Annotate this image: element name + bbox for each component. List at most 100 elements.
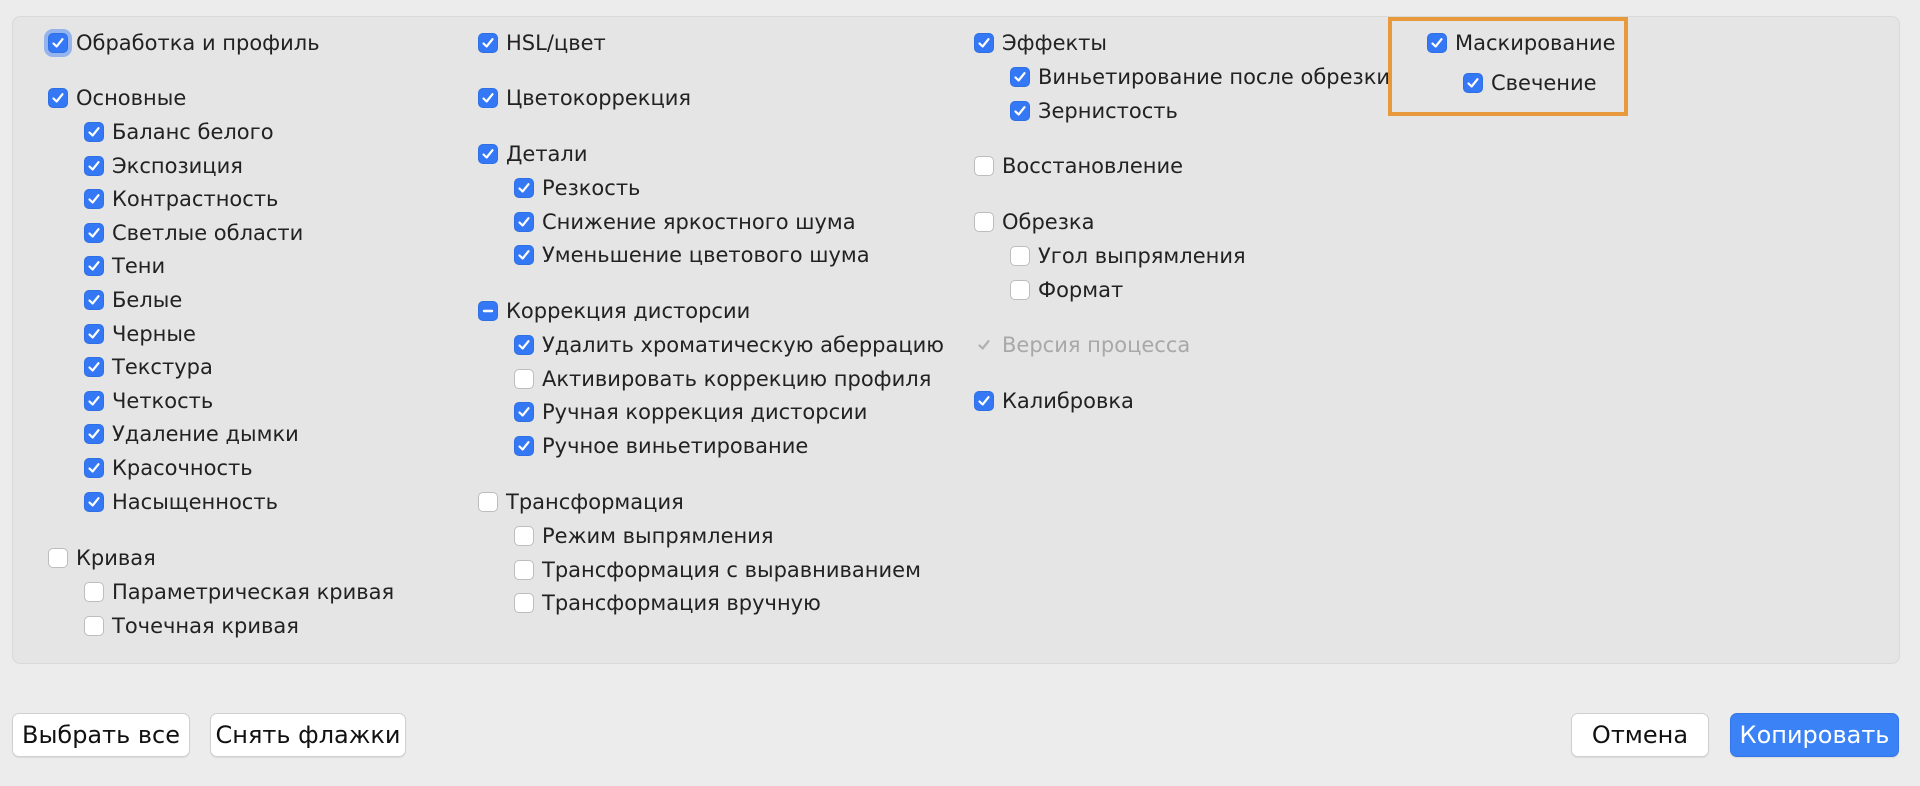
checkbox-basic[interactable]: Основные <box>48 83 186 113</box>
checkbox-icon[interactable] <box>514 526 534 546</box>
checkbox-details-item[interactable]: Уменьшение цветового шума <box>514 240 870 270</box>
checkbox-icon[interactable] <box>1010 101 1030 121</box>
checkmark-icon <box>978 340 990 350</box>
checkbox-icon[interactable] <box>1427 33 1447 53</box>
checkbox-color-correction[interactable]: Цветокоррекция <box>478 83 691 113</box>
checkbox-icon[interactable] <box>974 212 994 232</box>
checkbox-basic-item[interactable]: Четкость <box>84 386 213 416</box>
checkbox-icon[interactable] <box>84 424 104 444</box>
checkbox-basic-item[interactable]: Черные <box>84 319 196 349</box>
checkbox-curve[interactable]: Кривая <box>48 543 156 573</box>
checkbox-processing-profile[interactable]: Обработка и профиль <box>48 28 320 58</box>
checkbox-label: Снижение яркостного шума <box>542 210 856 234</box>
checkbox-icon[interactable] <box>514 402 534 422</box>
checkbox-icon[interactable] <box>974 391 994 411</box>
checkbox-icon[interactable] <box>84 582 104 602</box>
checkbox-restore[interactable]: Восстановление <box>974 151 1183 181</box>
checkbox-label: Формат <box>1038 278 1124 302</box>
checkbox-calibration[interactable]: Калибровка <box>974 386 1134 416</box>
checkbox-crop-item[interactable]: Формат <box>1010 275 1123 305</box>
checkbox-icon[interactable] <box>84 458 104 478</box>
checkbox-basic-item[interactable]: Удаление дымки <box>84 419 299 449</box>
checkbox-details[interactable]: Детали <box>478 139 588 169</box>
checkbox-icon <box>974 335 994 355</box>
select-all-button[interactable]: Выбрать все <box>12 713 190 757</box>
uncheck-all-button[interactable]: Снять флажки <box>210 713 406 757</box>
checkbox-icon[interactable] <box>478 301 498 321</box>
checkbox-details-item[interactable]: Резкость <box>514 173 640 203</box>
checkbox-basic-item[interactable]: Текстура <box>84 352 213 382</box>
checkbox-masking[interactable]: Маскирование <box>1427 28 1616 58</box>
checkbox-hsl-color[interactable]: HSL/цвет <box>478 28 606 58</box>
checkbox-icon[interactable] <box>84 223 104 243</box>
checkbox-icon[interactable] <box>84 189 104 209</box>
checkbox-crop-item[interactable]: Угол выпрямления <box>1010 241 1246 271</box>
checkbox-icon[interactable] <box>48 88 68 108</box>
checkbox-icon[interactable] <box>84 290 104 310</box>
checkbox-basic-item[interactable]: Тени <box>84 251 165 281</box>
checkbox-icon[interactable] <box>478 33 498 53</box>
checkbox-effects[interactable]: Эффекты <box>974 28 1107 58</box>
checkbox-icon[interactable] <box>48 548 68 568</box>
checkbox-label: Коррекция дисторсии <box>506 299 751 323</box>
checkmark-icon <box>482 93 494 103</box>
checkbox-transform-item[interactable]: Режим выпрямления <box>514 521 774 551</box>
checkbox-icon[interactable] <box>1463 73 1483 93</box>
checkbox-effects-item[interactable]: Зернистость <box>1010 96 1178 126</box>
checkbox-effects-item[interactable]: Виньетирование после обрезки <box>1010 62 1390 92</box>
checkbox-label: Трансформация вручную <box>542 591 821 615</box>
checkbox-icon[interactable] <box>478 88 498 108</box>
checkbox-icon[interactable] <box>1010 246 1030 266</box>
checkbox-icon[interactable] <box>514 245 534 265</box>
checkbox-basic-item[interactable]: Экспозиция <box>84 151 243 181</box>
checkbox-transform-item[interactable]: Трансформация с выравниванием <box>514 555 921 585</box>
checkbox-basic-item[interactable]: Баланс белого <box>84 117 274 147</box>
checkbox-basic-item[interactable]: Белые <box>84 285 182 315</box>
checkbox-label: Трансформация <box>506 490 684 514</box>
checkbox-basic-item[interactable]: Контрастность <box>84 184 278 214</box>
checkbox-icon[interactable] <box>84 324 104 344</box>
checkbox-icon[interactable] <box>478 144 498 164</box>
checkbox-basic-item[interactable]: Насыщенность <box>84 487 278 517</box>
checkbox-icon[interactable] <box>84 256 104 276</box>
checkbox-icon[interactable] <box>974 33 994 53</box>
checkbox-transform[interactable]: Трансформация <box>478 487 684 517</box>
checkbox-icon[interactable] <box>514 212 534 232</box>
checkbox-label: Эффекты <box>1002 31 1107 55</box>
checkbox-icon[interactable] <box>84 391 104 411</box>
cancel-button[interactable]: Отмена <box>1571 713 1709 757</box>
checkbox-icon[interactable] <box>514 369 534 389</box>
checkbox-lens-item[interactable]: Активировать коррекцию профиля <box>514 364 931 394</box>
checkbox-lens-correction[interactable]: Коррекция дисторсии <box>478 296 750 326</box>
checkbox-icon[interactable] <box>84 492 104 512</box>
checkbox-icon[interactable] <box>84 156 104 176</box>
checkbox-icon[interactable] <box>514 436 534 456</box>
checkbox-details-item[interactable]: Снижение яркостного шума <box>514 207 856 237</box>
checkbox-masking-item[interactable]: Свечение <box>1463 68 1597 98</box>
checkbox-label: Активировать коррекцию профиля <box>542 367 932 391</box>
checkbox-crop[interactable]: Обрезка <box>974 207 1094 237</box>
checkbox-basic-item[interactable]: Светлые области <box>84 218 303 248</box>
checkbox-curve-item[interactable]: Параметрическая кривая <box>84 577 394 607</box>
checkbox-lens-item[interactable]: Ручная коррекция дисторсии <box>514 397 867 427</box>
checkbox-curve-item[interactable]: Точечная кривая <box>84 611 299 641</box>
checkmark-icon <box>1014 106 1026 116</box>
checkbox-icon[interactable] <box>974 156 994 176</box>
copy-button[interactable]: Копировать <box>1730 713 1899 757</box>
checkbox-lens-item[interactable]: Ручное виньетирование <box>514 431 808 461</box>
checkbox-icon[interactable] <box>84 122 104 142</box>
checkbox-icon[interactable] <box>514 335 534 355</box>
checkbox-label: Баланс белого <box>112 120 274 144</box>
checkbox-icon[interactable] <box>48 33 68 53</box>
checkbox-icon[interactable] <box>1010 280 1030 300</box>
checkbox-basic-item[interactable]: Красочность <box>84 453 253 483</box>
checkbox-icon[interactable] <box>514 560 534 580</box>
checkbox-icon[interactable] <box>1010 67 1030 87</box>
checkbox-icon[interactable] <box>478 492 498 512</box>
checkbox-icon[interactable] <box>514 178 534 198</box>
checkbox-icon[interactable] <box>84 616 104 636</box>
checkbox-lens-item[interactable]: Удалить хроматическую аберрацию <box>514 330 944 360</box>
checkbox-icon[interactable] <box>84 357 104 377</box>
checkbox-icon[interactable] <box>514 593 534 613</box>
checkbox-transform-item[interactable]: Трансформация вручную <box>514 588 821 618</box>
